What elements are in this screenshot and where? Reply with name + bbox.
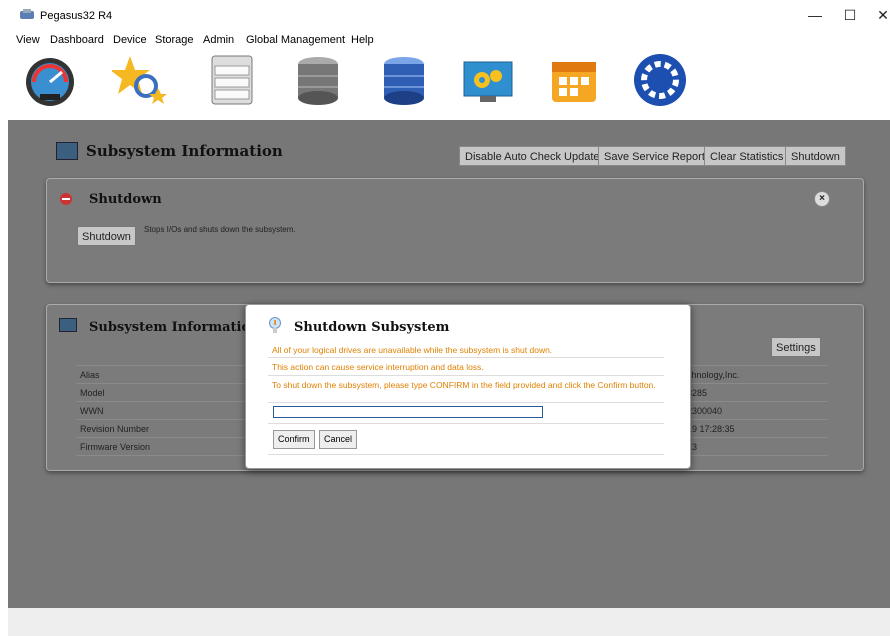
title-bar: Pegasus32 R4 — ☐ ✕ xyxy=(8,0,890,31)
save-service-report-button[interactable]: Save Service Report xyxy=(598,146,711,166)
menu-dashboard[interactable]: Dashboard xyxy=(50,34,104,46)
page-title: Subsystem Information xyxy=(86,142,283,160)
admin-gears-icon[interactable] xyxy=(460,52,516,108)
dialog-warning-data-loss: This action can cause service interrupti… xyxy=(272,362,484,372)
dialog-confirm-instructions: To shut down the subsystem, please type … xyxy=(272,380,656,390)
dialog-divider xyxy=(268,402,664,403)
shutdown-dialog: Shutdown Subsystem All of your logical d… xyxy=(245,304,691,469)
row-label-alias: Alias xyxy=(80,370,100,380)
menu-view[interactable]: View xyxy=(16,34,40,46)
app-logo-icon xyxy=(20,9,34,19)
menu-bar: View Dashboard Device Storage Admin Glob… xyxy=(8,31,890,48)
dialog-divider xyxy=(268,454,664,455)
shutdown-panel: Shutdown × Shutdown Stops I/Os and shuts… xyxy=(46,178,864,283)
dashboard-gauge-icon[interactable] xyxy=(22,52,78,108)
menu-help[interactable]: Help xyxy=(351,34,374,46)
row-label-model: Model xyxy=(80,388,105,398)
info-panel-icon xyxy=(59,318,77,332)
refresh-spinner-icon[interactable] xyxy=(632,52,688,108)
row-value-wwn: 2300040 xyxy=(687,406,723,416)
calendar-icon[interactable] xyxy=(546,52,602,108)
dialog-warning-unavailable: All of your logical drives are unavailab… xyxy=(272,345,553,355)
toolbar xyxy=(8,48,890,120)
row-value-revision: 19 17:28:35 xyxy=(687,424,735,434)
shutdown-header-button[interactable]: Shutdown xyxy=(785,146,846,166)
confirm-button[interactable]: Confirm xyxy=(273,430,315,449)
row-label-wwn: WWN xyxy=(80,406,104,416)
subsystem-header-icon xyxy=(56,142,78,160)
wizard-star-icon[interactable] xyxy=(112,52,168,108)
row-value-alias: chnology,Inc. xyxy=(687,370,740,380)
menu-global-management[interactable]: Global Management xyxy=(246,34,345,46)
lightbulb-icon xyxy=(269,317,281,333)
storage-gray-drives-icon[interactable] xyxy=(290,52,346,108)
menu-storage[interactable]: Storage xyxy=(155,34,194,46)
minimize-button[interactable]: — xyxy=(800,6,830,24)
confirm-text-field[interactable] xyxy=(273,406,543,418)
shutdown-button[interactable]: Shutdown xyxy=(77,226,136,246)
row-label-revision: Revision Number xyxy=(80,424,150,434)
shutdown-description: Stops I/Os and shuts down the subsystem. xyxy=(144,225,296,234)
maximize-button[interactable]: ☐ xyxy=(835,6,865,24)
dialog-divider xyxy=(268,423,664,424)
storage-blue-drives-icon[interactable] xyxy=(376,52,432,108)
status-bar xyxy=(8,608,890,636)
info-panel-title: Subsystem Information xyxy=(89,320,260,335)
dialog-title: Shutdown Subsystem xyxy=(294,320,450,335)
cancel-button[interactable]: Cancel xyxy=(319,430,358,449)
dialog-divider xyxy=(268,357,664,358)
close-window-button[interactable]: ✕ xyxy=(868,6,890,24)
menu-device[interactable]: Device xyxy=(113,34,147,46)
settings-button[interactable]: Settings xyxy=(771,337,821,357)
shutdown-icon xyxy=(60,193,72,205)
window-title: Pegasus32 R4 xyxy=(40,10,113,22)
close-icon[interactable]: × xyxy=(814,191,830,207)
disable-auto-check-update-button[interactable]: Disable Auto Check Update xyxy=(459,146,606,166)
menu-admin[interactable]: Admin xyxy=(203,34,234,46)
row-label-firmware: Firmware Version xyxy=(80,442,151,452)
clear-statistics-button[interactable]: Clear Statistics xyxy=(704,146,790,166)
device-enclosure-icon[interactable] xyxy=(204,52,260,108)
dialog-divider xyxy=(268,375,664,376)
shutdown-panel-title: Shutdown xyxy=(89,192,162,207)
